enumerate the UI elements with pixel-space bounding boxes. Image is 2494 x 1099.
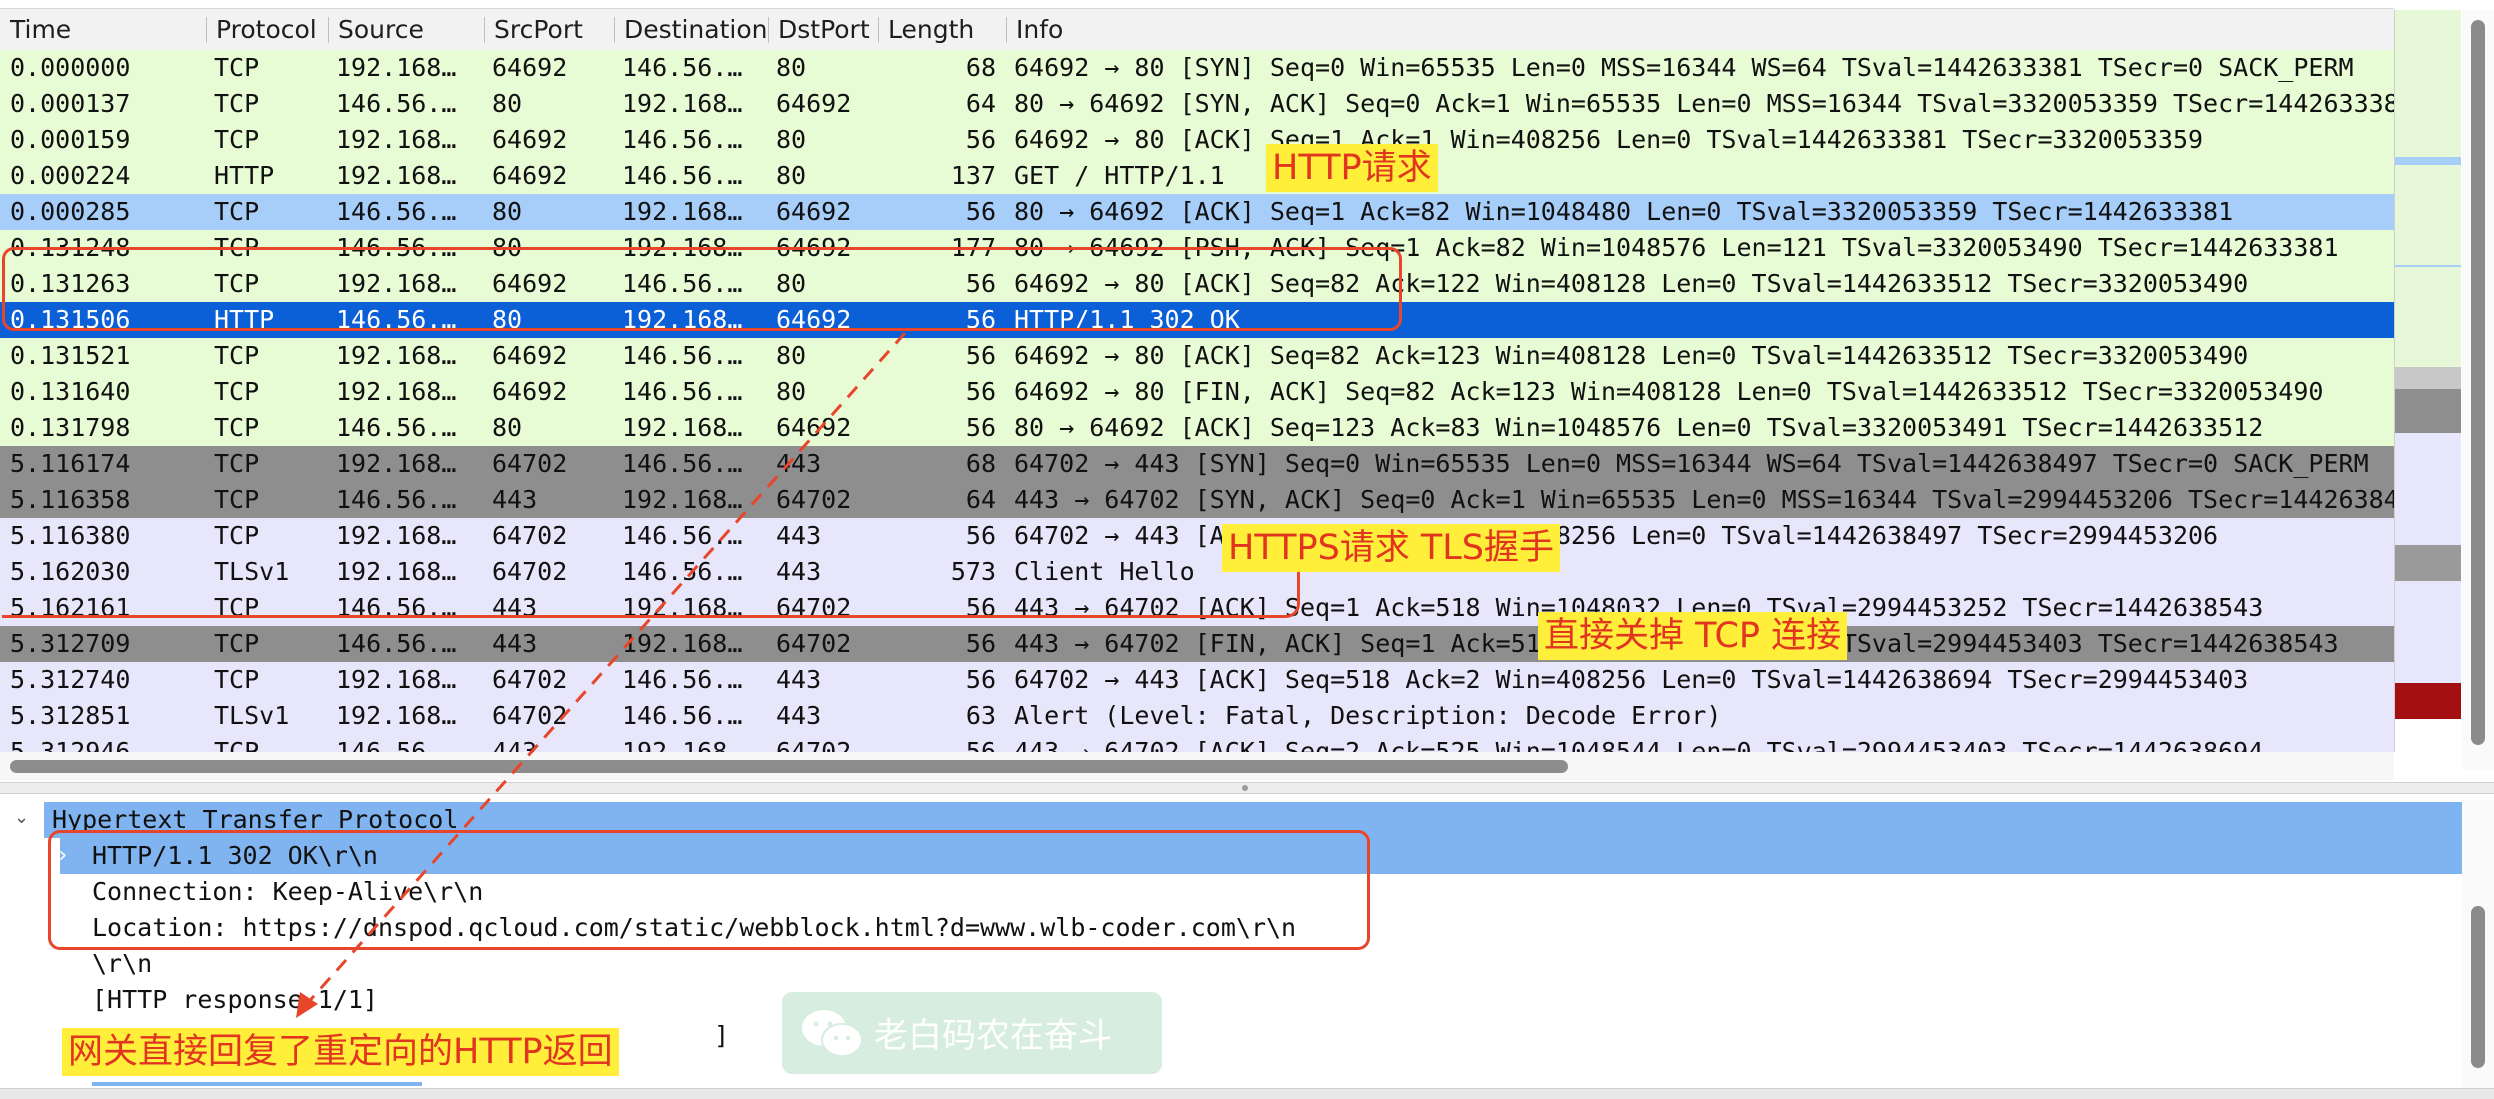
annotation-https-request: HTTPS请求 TLS握手 bbox=[1222, 524, 1561, 572]
annotation-gateway-redirect: 网关直接回复了重定向的HTTP返回 bbox=[62, 1028, 619, 1076]
annotation-close-tcp: 直接关掉 TCP 连接 bbox=[1538, 612, 1848, 660]
annotation-http-request: HTTP请求 bbox=[1266, 144, 1438, 192]
bottom-splitter[interactable] bbox=[0, 1088, 2494, 1099]
wireshark-window: Time Protocol Source SrcPort Destination DstP… bbox=[0, 0, 2494, 1099]
